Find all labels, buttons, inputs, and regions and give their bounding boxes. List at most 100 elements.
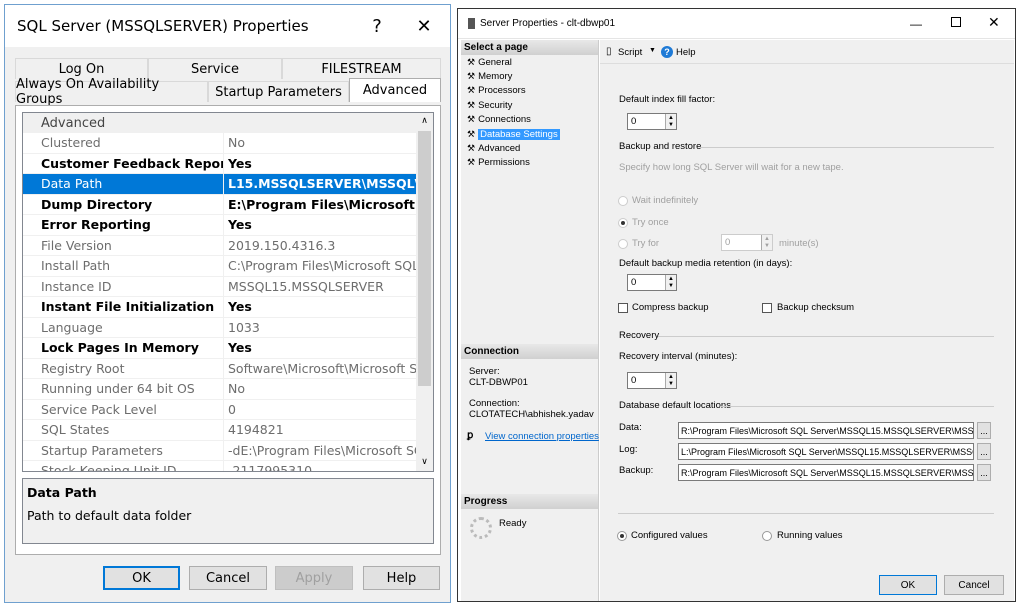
spinner-arrows-icon[interactable]: ▲ ▼ <box>665 373 676 388</box>
view-connection-properties-link[interactable]: View connection properties <box>485 431 599 442</box>
log-path-input[interactable]: L:\Program Files\Microsoft SQL Server\MS… <box>678 443 974 460</box>
property-value[interactable]: No <box>224 379 433 399</box>
running-values-radio[interactable] <box>762 531 772 541</box>
page-item-processors[interactable]: ⚒ Processors <box>461 84 598 98</box>
retention-spinner[interactable]: 0 ▲ ▼ <box>627 274 677 291</box>
fill-factor-spinner[interactable]: 0 ▲ ▼ <box>627 113 677 130</box>
property-row[interactable]: Lock Pages In Memory Yes <box>23 338 433 359</box>
help-button[interactable]: Help <box>363 566 440 590</box>
property-row[interactable]: Instant File Initialization Yes <box>23 297 433 318</box>
property-value[interactable]: No <box>224 133 433 153</box>
scroll-down-icon[interactable]: ∨ <box>416 454 433 471</box>
property-value[interactable]: L15.MSSQLSERVER\MSSQL\Data <box>224 174 433 194</box>
toolbar: ▯ Script ▼ ? Help <box>600 40 1014 64</box>
page-item-memory[interactable]: ⚒ Memory <box>461 69 598 83</box>
scroll-up-icon[interactable]: ∧ <box>416 113 433 130</box>
property-value[interactable]: 1033 <box>224 318 433 338</box>
tab-advanced[interactable]: Advanced <box>349 78 441 102</box>
fill-factor-value: 0 <box>631 116 637 127</box>
ok-button[interactable]: OK <box>879 575 937 595</box>
spinner-arrows-icon[interactable]: ▲ ▼ <box>665 114 676 129</box>
data-path-input[interactable]: R:\Program Files\Microsoft SQL Server\MS… <box>678 422 974 439</box>
server-value: CLT-DBWP01 <box>469 377 528 388</box>
backup-checksum-checkbox[interactable] <box>762 303 772 313</box>
help-button[interactable]: Help <box>676 47 696 58</box>
tab-filestream[interactable]: FILESTREAM <box>282 58 441 79</box>
wait-indefinitely-radio[interactable] <box>618 196 628 206</box>
page-item-connections[interactable]: ⚒ Connections <box>461 113 598 127</box>
recovery-interval-spinner[interactable]: 0 ▲ ▼ <box>627 372 677 389</box>
property-value[interactable]: 4194821 <box>224 420 433 440</box>
category-row[interactable]: − Advanced <box>23 113 433 133</box>
minimize-icon[interactable]: — <box>910 17 922 31</box>
property-row[interactable]: Running under 64 bit OS No <box>23 379 433 400</box>
backup-path-input[interactable]: R:\Program Files\Microsoft SQL Server\MS… <box>678 464 974 481</box>
property-row[interactable]: Stock Keeping Unit ID -2117995310 <box>23 461 433 471</box>
compress-backup-checkbox[interactable] <box>618 303 628 313</box>
try-once-radio[interactable] <box>618 218 628 228</box>
vertical-scrollbar[interactable]: ∧ ∨ <box>416 113 433 471</box>
try-for-spinner[interactable]: 0 ▲ ▼ <box>721 234 773 251</box>
backup-browse-button[interactable]: ... <box>977 464 991 481</box>
divider <box>720 406 994 407</box>
property-row[interactable]: Install Path C:\Program Files\Microsoft S… <box>23 256 433 277</box>
cancel-button[interactable]: Cancel <box>189 566 267 590</box>
cancel-button[interactable]: Cancel <box>944 575 1004 595</box>
property-value[interactable]: Yes <box>224 338 433 358</box>
property-value[interactable]: Yes <box>224 215 433 235</box>
property-row[interactable]: Dump Directory E:\Program Files\Microsoft… <box>23 194 433 215</box>
tab-always-on[interactable]: Always On Availability Groups <box>15 77 208 107</box>
try-for-value: 0 <box>725 237 731 248</box>
property-row[interactable]: File Version 2019.150.4316.3 <box>23 235 433 256</box>
log-browse-button[interactable]: ... <box>977 443 991 460</box>
maximize-icon[interactable] <box>951 17 961 27</box>
property-value[interactable]: MSSQL15.MSSQLSERVER <box>224 277 433 297</box>
property-row[interactable]: Registry Root Software\Microsoft\Microsof… <box>23 358 433 379</box>
script-dropdown-icon[interactable]: ▼ <box>649 47 656 54</box>
property-grid: − Advanced ClusteredNoCustomer Feedback … <box>22 112 434 472</box>
data-browse-button[interactable]: ... <box>977 422 991 439</box>
script-icon[interactable]: ▯ <box>606 46 612 57</box>
try-for-radio[interactable] <box>618 239 628 249</box>
page-item-general[interactable]: ⚒ General <box>461 55 598 69</box>
spinner-arrows-icon[interactable]: ▲ ▼ <box>665 275 676 290</box>
property-row[interactable]: Customer Feedback ReportingYes <box>23 153 433 174</box>
property-value[interactable]: Yes <box>224 297 433 317</box>
property-value[interactable]: E:\Program Files\Microsoft SQL Se <box>224 195 433 215</box>
page-item-permissions[interactable]: ⚒ Permissions <box>461 156 598 170</box>
property-value[interactable]: Software\Microsoft\Microsoft SC <box>224 359 433 379</box>
wrench-icon: ⚒ <box>467 143 476 154</box>
page-item-database-settings[interactable]: ⚒ Database Settings <box>461 127 598 141</box>
script-button[interactable]: Script <box>618 47 642 58</box>
help-icon[interactable]: ? <box>661 46 673 58</box>
tab-startup-parameters[interactable]: Startup Parameters <box>208 81 349 102</box>
page-item-advanced[interactable]: ⚒ Advanced <box>461 141 598 155</box>
configured-values-radio[interactable] <box>617 531 627 541</box>
property-row[interactable]: SQL States 4194821 <box>23 420 433 441</box>
property-value[interactable]: 0 <box>224 400 433 420</box>
page-item-security[interactable]: ⚒ Security <box>461 98 598 112</box>
ok-button[interactable]: OK <box>103 566 180 590</box>
try-for-label: Try for <box>632 238 660 249</box>
property-value[interactable]: -dE:\Program Files\Microsoft SQL <box>224 441 433 461</box>
property-row[interactable]: Data Path L15.MSSQLSERVER\MSSQL\Data <box>23 174 433 195</box>
property-row[interactable]: Startup Parameters -dE:\Program Files\Mic… <box>23 440 433 461</box>
property-row[interactable]: Instance ID MSSQL15.MSSQLSERVER <box>23 276 433 297</box>
apply-button[interactable]: Apply <box>275 566 353 590</box>
property-row[interactable]: Clustered No <box>23 133 433 154</box>
property-row[interactable]: Service Pack Level 0 <box>23 399 433 420</box>
property-row[interactable]: Language 1033 <box>23 317 433 338</box>
scroll-thumb[interactable] <box>418 131 431 386</box>
tab-log-on[interactable]: Log On <box>15 58 148 79</box>
property-value[interactable]: -2117995310 <box>224 461 433 471</box>
spinner-arrows-icon[interactable]: ▲ ▼ <box>761 235 772 250</box>
property-value[interactable]: 2019.150.4316.3 <box>224 236 433 256</box>
close-icon[interactable]: ✕ <box>401 5 447 47</box>
property-value[interactable]: C:\Program Files\Microsoft SQL S <box>224 256 433 276</box>
close-icon[interactable]: ✕ <box>988 14 1000 31</box>
property-row[interactable]: Error Reporting Yes <box>23 215 433 236</box>
help-icon[interactable]: ? <box>354 5 400 47</box>
tab-service[interactable]: Service <box>148 58 282 79</box>
property-value[interactable]: Yes <box>224 154 433 174</box>
backup-label: Backup: <box>619 465 654 476</box>
